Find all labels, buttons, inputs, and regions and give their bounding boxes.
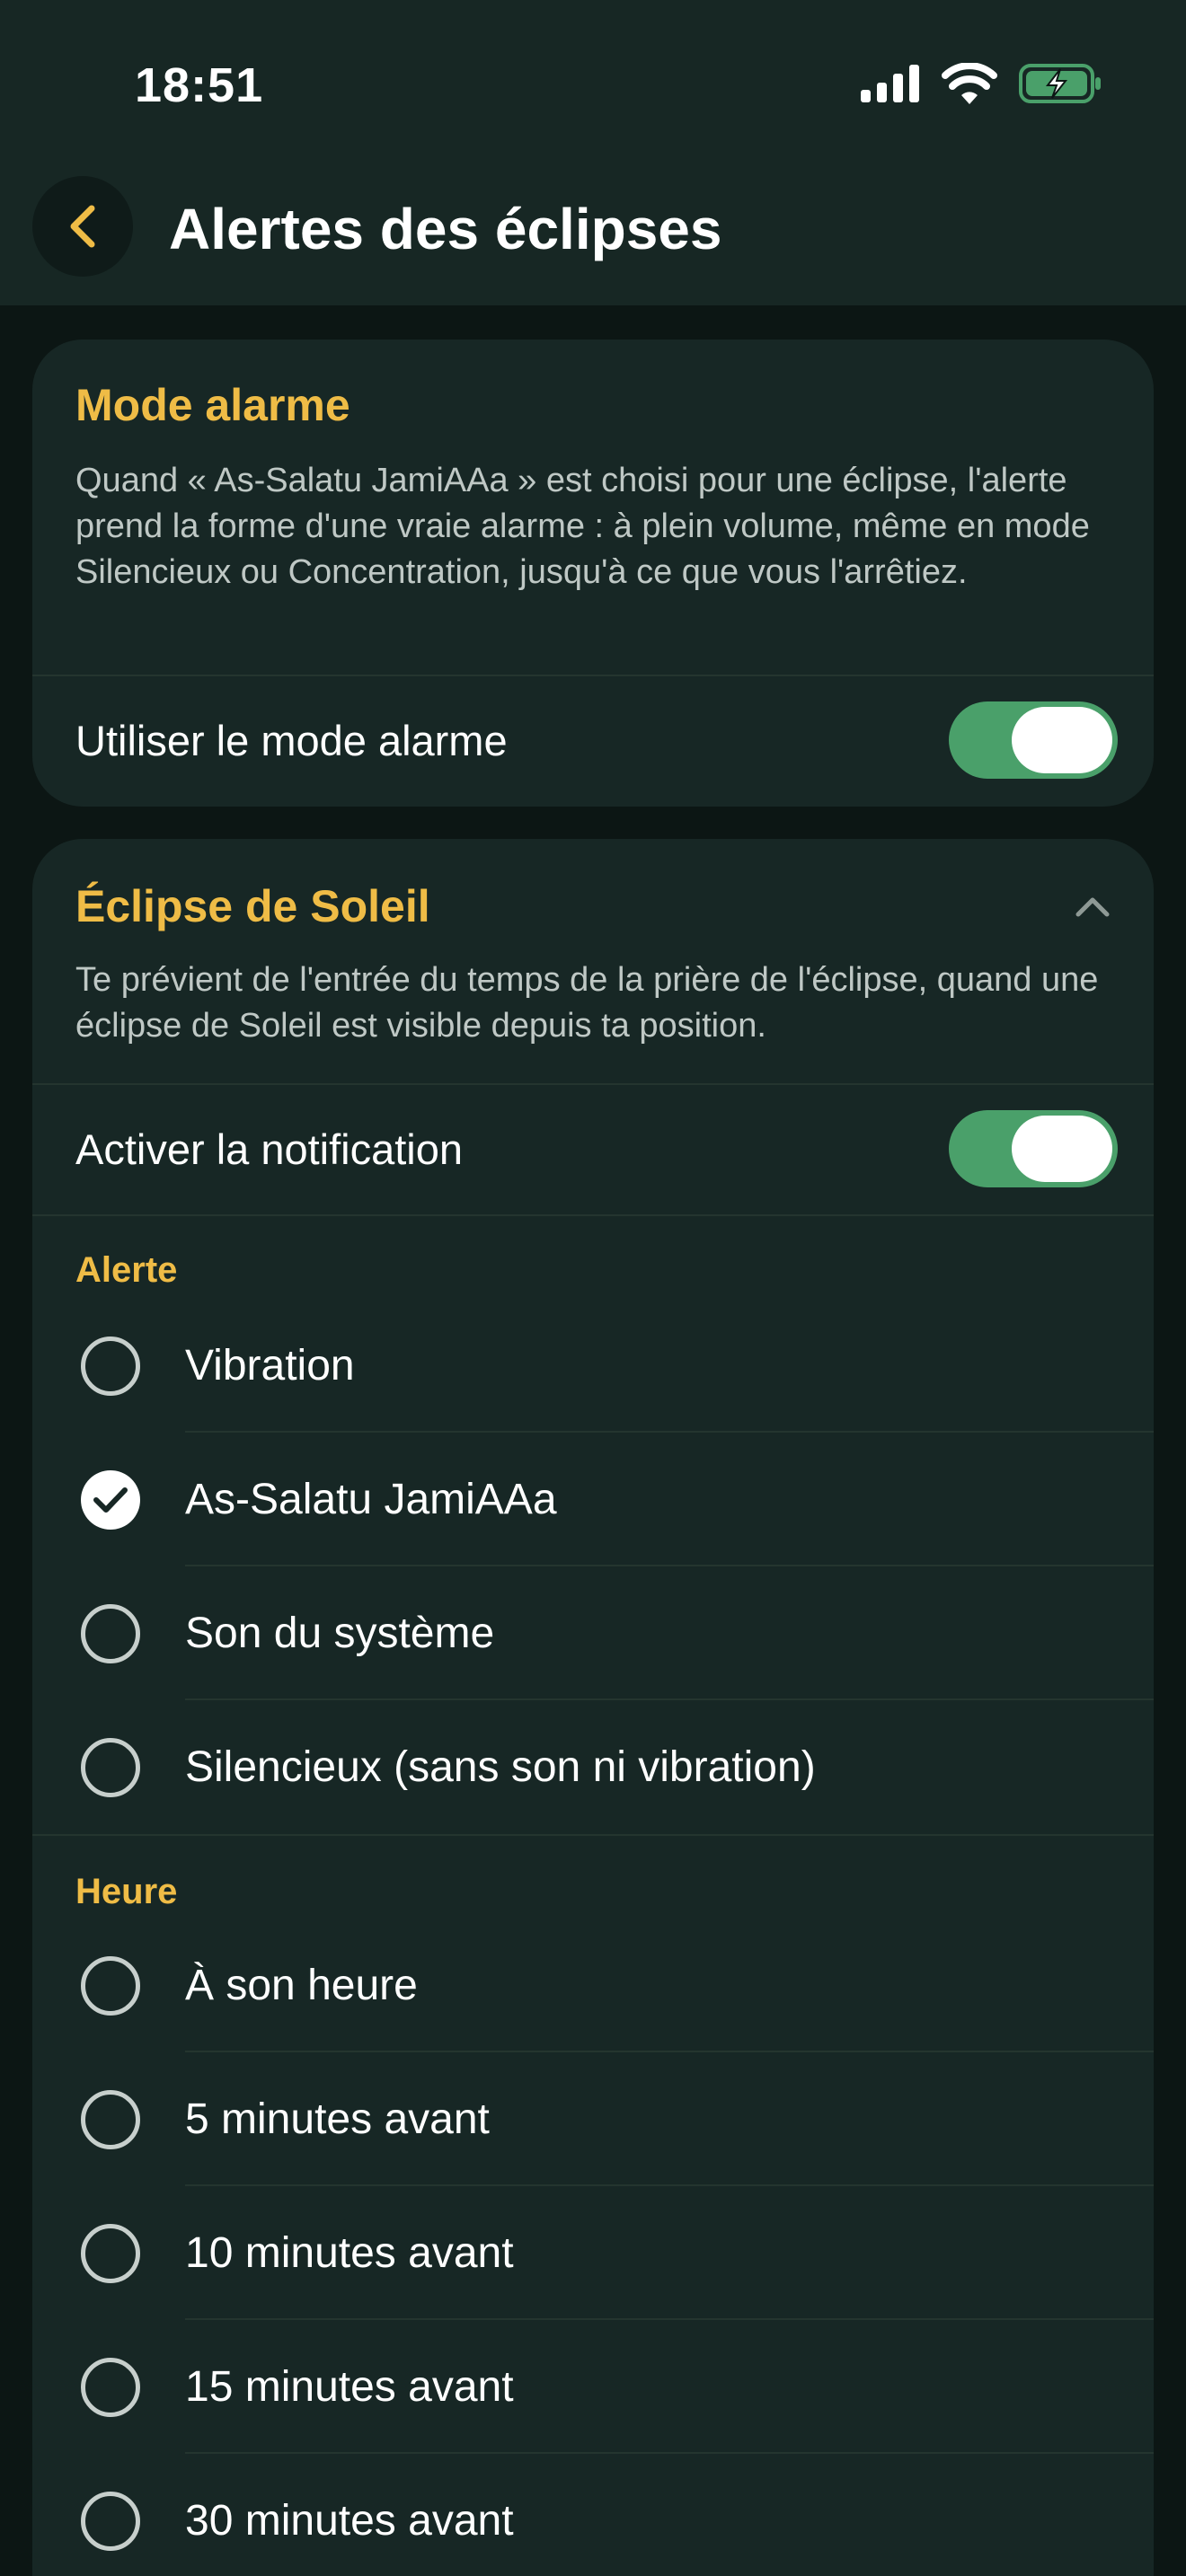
page-title: Alertes des éclipses	[169, 197, 722, 261]
radio-unchecked-icon	[81, 2089, 140, 2149]
option-label: Son du système	[185, 1610, 495, 1657]
alarm-mode-description: Quand « As-Salatu JamiAAa » est choisi p…	[75, 462, 1090, 591]
alarm-mode-toggle-label: Utiliser le mode alarme	[75, 716, 508, 764]
alert-option[interactable]: Vibration	[32, 1299, 1154, 1433]
screen: 18:51 Alertes des éclipses Mode alarme Q…	[0, 0, 1186, 2576]
radio-unchecked-icon	[81, 1955, 140, 2016]
solar-eclipse-card: Éclipse de Soleil Te prévient de l'entré…	[32, 839, 1154, 2576]
option-label: As-Salatu JamiAAa	[185, 1476, 557, 1523]
time-option[interactable]: 5 minutes avant	[32, 2052, 1154, 2186]
alarm-mode-title: Mode alarme	[75, 380, 350, 430]
alert-option[interactable]: Son du système	[32, 1566, 1154, 1700]
status-time: 18:51	[135, 58, 264, 112]
top-bar: 18:51 Alertes des éclipses	[0, 0, 1186, 305]
option-label: 5 minutes avant	[185, 2095, 490, 2143]
divider	[32, 1214, 1154, 1216]
time-option[interactable]: 10 minutes avant	[32, 2186, 1154, 2320]
alarm-mode-row[interactable]: Utiliser le mode alarme	[32, 675, 1154, 804]
option-label: 15 minutes avant	[185, 2363, 514, 2411]
cellular-signal-icon	[861, 65, 919, 102]
solar-eclipse-description: Te prévient de l'entrée du temps de la p…	[75, 961, 1099, 1045]
time-option[interactable]: 15 minutes avant	[32, 2320, 1154, 2454]
time-section-header: Heure	[75, 1872, 178, 1911]
alert-option[interactable]: Silencieux (sans son ni vibration)	[32, 1700, 1154, 1834]
notification-row[interactable]: Activer la notification	[32, 1083, 1154, 1213]
option-label: 10 minutes avant	[185, 2229, 514, 2277]
notification-toggle-label: Activer la notification	[75, 1125, 464, 1173]
collapse-button[interactable]	[1075, 895, 1111, 922]
notification-toggle[interactable]	[949, 1110, 1118, 1187]
wifi-icon	[942, 63, 997, 104]
solar-eclipse-title: Éclipse de Soleil	[75, 881, 430, 931]
chevron-up-icon	[1075, 897, 1110, 917]
radio-unchecked-icon	[81, 2357, 140, 2417]
radio-unchecked-icon	[81, 1737, 140, 1797]
chevron-left-icon	[70, 205, 95, 248]
radio-unchecked-icon	[81, 1336, 140, 1396]
time-option[interactable]: 30 minutes avant	[32, 2454, 1154, 2576]
radio-checked-icon	[81, 1469, 140, 1530]
divider	[32, 1834, 1154, 1836]
status-icons	[861, 63, 1102, 104]
alarm-mode-toggle[interactable]	[949, 701, 1118, 779]
option-label: Silencieux (sans son ni vibration)	[185, 1743, 816, 1791]
checkmark-icon	[93, 1486, 128, 1513]
toggle-knob	[1012, 1116, 1112, 1182]
toggle-knob	[1012, 707, 1112, 773]
option-label: Vibration	[185, 1342, 355, 1389]
option-label: 30 minutes avant	[185, 2497, 514, 2545]
option-label: À son heure	[185, 1962, 418, 2009]
alarm-mode-card: Mode alarme Quand « As-Salatu JamiAAa » …	[32, 340, 1154, 807]
time-option[interactable]: À son heure	[32, 1919, 1154, 2052]
radio-unchecked-icon	[81, 1603, 140, 1663]
battery-charging-icon	[1019, 64, 1101, 103]
radio-unchecked-icon	[81, 2491, 140, 2551]
radio-unchecked-icon	[81, 2223, 140, 2283]
alert-section-header: Alerte	[75, 1250, 178, 1290]
back-button[interactable]	[32, 176, 133, 277]
alert-option[interactable]: As-Salatu JamiAAa	[32, 1433, 1154, 1566]
